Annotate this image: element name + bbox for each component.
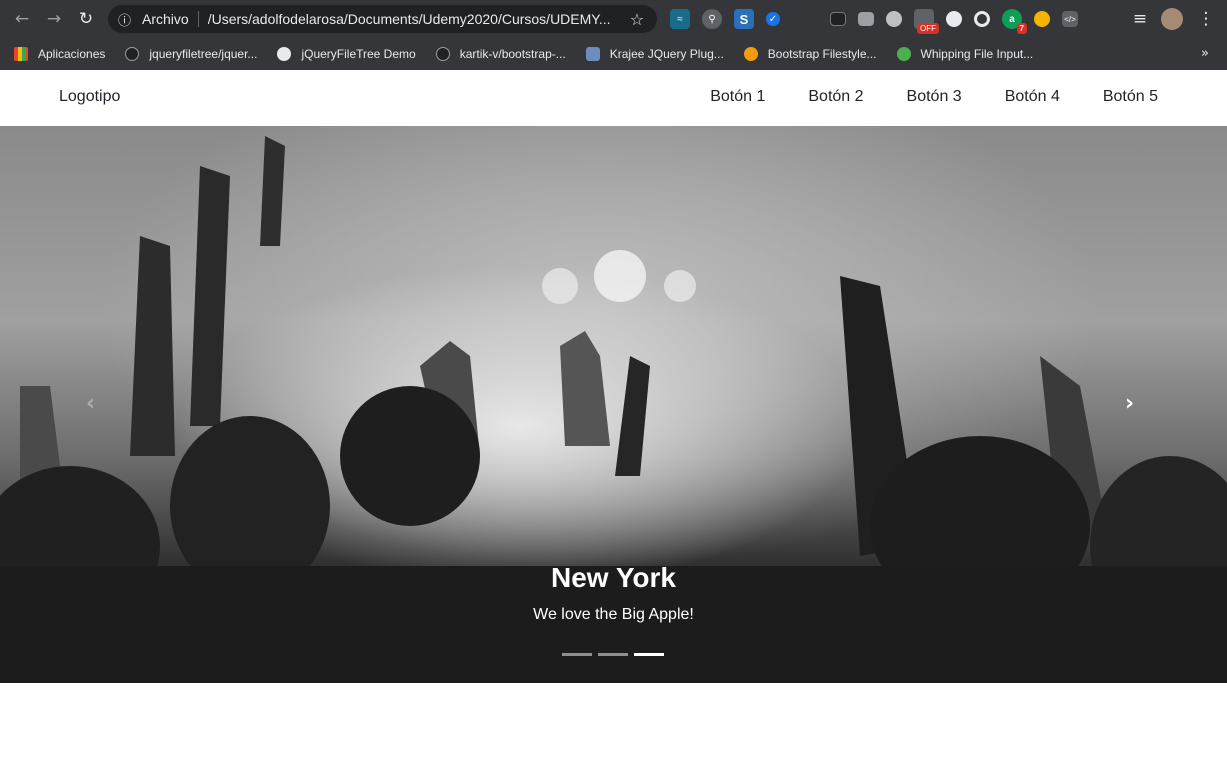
chrome-menu-icon[interactable]: ⋮ xyxy=(1192,5,1220,33)
extension-circle-icon[interactable] xyxy=(886,11,902,27)
carousel-indicator-3[interactable] xyxy=(634,653,664,656)
profile-avatar[interactable] xyxy=(1161,8,1183,30)
bookmark-item[interactable]: Krajee JQuery Plug... xyxy=(585,47,724,61)
orange-icon xyxy=(743,47,758,61)
bookmark-label: kartik-v/bootstrap-... xyxy=(459,47,566,61)
extension-moon-icon[interactable] xyxy=(946,11,962,27)
back-arrow-icon[interactable]: ← xyxy=(8,5,36,33)
concert-crowd-image xyxy=(0,136,1227,683)
extension-magnifier-icon[interactable] xyxy=(1034,11,1050,27)
bookmark-label: Whipping File Input... xyxy=(920,47,1034,61)
bookmark-label: jqueryfiletree/jquer... xyxy=(149,47,258,61)
bookmark-label: Krajee JQuery Plug... xyxy=(609,47,724,61)
carousel-caption-title: New York xyxy=(550,562,676,593)
more-bookmarks-icon[interactable]: » xyxy=(1201,46,1209,61)
extension-check-icon[interactable]: ✓ xyxy=(766,12,780,26)
menu-button-2[interactable]: Botón 2 xyxy=(808,88,863,106)
site-menu: Botón 1 Botón 2 Botón 3 Botón 4 Botón 5 xyxy=(667,88,1158,106)
extension-off-badge: OFF xyxy=(917,23,939,34)
extensions-group-2: OFF a 7 </> xyxy=(830,9,1090,34)
apps-grid-icon xyxy=(14,47,28,61)
bookmark-item[interactable]: Bootstrap Filestyle... xyxy=(743,47,877,61)
leaf-icon xyxy=(896,47,911,61)
hero-carousel: ‹ › New York We love the Big Apple! xyxy=(0,126,1227,683)
github-icon xyxy=(435,47,450,61)
bookmarks-bar: Aplicaciones jqueryfiletree/jquer... jQu… xyxy=(0,38,1227,70)
bookmark-star-icon[interactable]: ☆ xyxy=(630,10,644,29)
extension-badge-count: 7 xyxy=(1016,23,1027,34)
krajee-icon xyxy=(585,47,600,61)
bookmark-label: Aplicaciones xyxy=(38,47,106,61)
extension-a-icon[interactable]: a 7 xyxy=(1002,9,1027,34)
extension-search-icon[interactable]: ⚲ xyxy=(702,9,722,29)
bookmark-item[interactable]: Aplicaciones xyxy=(14,47,105,61)
menu-button-5[interactable]: Botón 5 xyxy=(1103,88,1158,106)
address-url[interactable]: /Users/adolfodelarosa/Documents/Udemy202… xyxy=(208,11,620,27)
bookmark-item[interactable]: jQueryFileTree Demo xyxy=(277,47,416,61)
extensions-group-1: ≈ ⚲ S ✓ xyxy=(670,9,792,29)
info-icon[interactable]: ⓘ xyxy=(118,10,136,29)
menu-button-3[interactable]: Botón 3 xyxy=(907,88,962,106)
bookmark-label: Bootstrap Filestyle... xyxy=(767,47,877,61)
browser-toolbar: ← → ↻ ⓘ Archivo /Users/adolfodelarosa/Do… xyxy=(0,0,1227,38)
address-separator xyxy=(197,11,199,27)
extension-window-icon[interactable] xyxy=(858,12,874,26)
address-bar[interactable]: ⓘ Archivo /Users/adolfodelarosa/Document… xyxy=(108,5,657,33)
carousel-next-icon[interactable]: › xyxy=(1125,391,1134,416)
extension-wave-icon[interactable]: ≈ xyxy=(670,9,690,29)
bookmark-item[interactable]: jqueryfiletree/jquer... xyxy=(125,47,257,61)
forward-arrow-icon[interactable]: → xyxy=(40,5,68,33)
address-scheme: Archivo xyxy=(142,11,189,27)
globe-icon xyxy=(277,47,292,61)
extension-off-icon[interactable]: OFF xyxy=(914,9,939,34)
extension-code-icon[interactable]: </> xyxy=(1062,11,1078,27)
reload-icon[interactable]: ↻ xyxy=(72,5,100,33)
bookmark-label: jQueryFileTree Demo xyxy=(301,47,416,61)
carousel-prev-icon[interactable]: ‹ xyxy=(86,391,95,416)
menu-button-4[interactable]: Botón 4 xyxy=(1005,88,1060,106)
carousel-indicator-2[interactable] xyxy=(598,653,628,656)
carousel-indicator-1[interactable] xyxy=(562,653,592,656)
bookmark-item[interactable]: kartik-v/bootstrap-... xyxy=(435,47,566,61)
extension-terminal-icon[interactable] xyxy=(830,12,846,26)
carousel-indicators xyxy=(562,653,670,656)
github-icon xyxy=(125,47,140,61)
site-navbar: Logotipo Botón 1 Botón 2 Botón 3 Botón 4… xyxy=(0,70,1227,126)
site-logo[interactable]: Logotipo xyxy=(59,88,120,106)
carousel-caption-subtitle: We love the Big Apple! xyxy=(533,606,694,623)
extension-s-icon[interactable]: S xyxy=(734,9,754,29)
extension-target-icon[interactable] xyxy=(974,11,990,27)
media-queue-icon[interactable]: ≡ xyxy=(1126,5,1154,33)
bookmark-item[interactable]: Whipping File Input... xyxy=(896,47,1034,61)
menu-button-1[interactable]: Botón 1 xyxy=(710,88,765,106)
